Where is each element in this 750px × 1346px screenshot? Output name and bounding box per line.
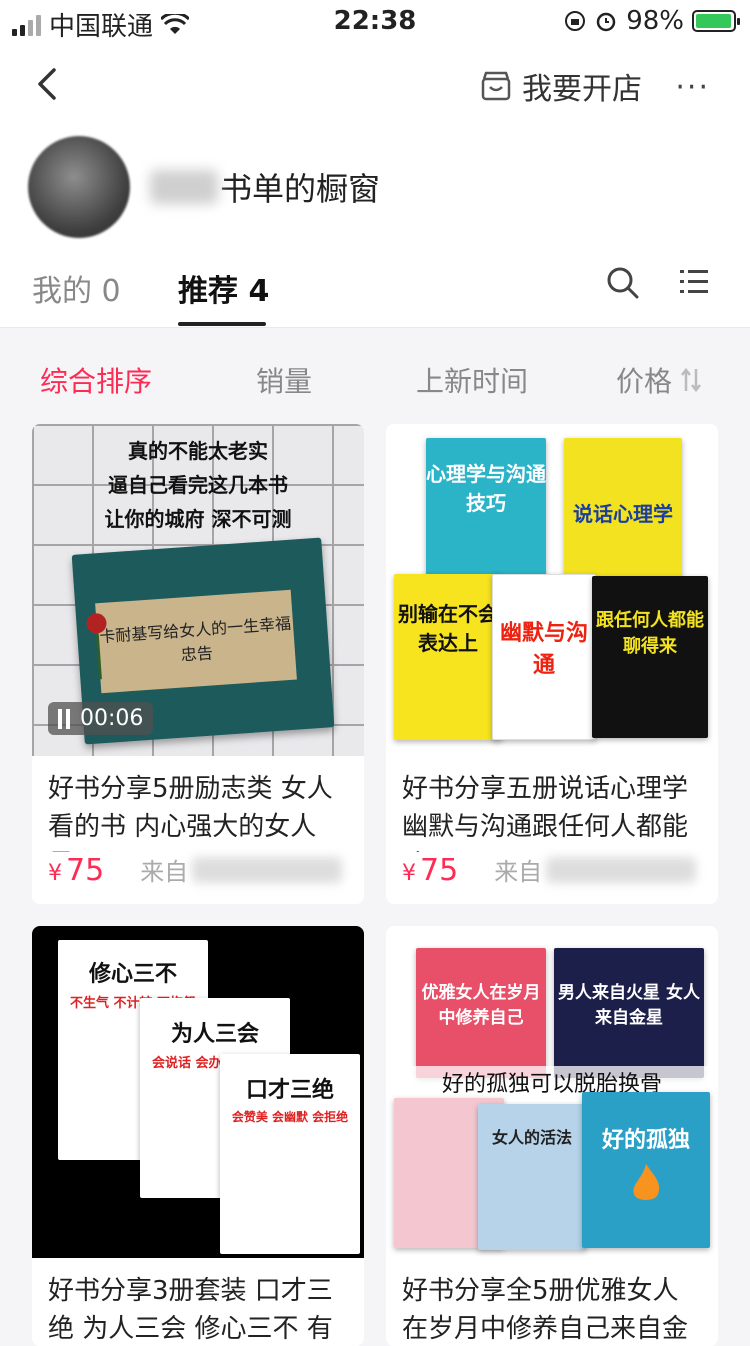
book-title: 女人的活法 <box>491 1128 572 1147</box>
profile-row: 书单的橱窗 <box>28 136 380 238</box>
shop-header: 我要开店 ··· 书单的橱窗 我的 0 推荐 4 <box>0 40 750 328</box>
back-icon[interactable] <box>30 64 70 104</box>
book-cover: 优雅女人在岁月中修养自己 <box>416 948 546 1078</box>
sort-newest[interactable]: 上新时间 <box>416 360 528 400</box>
currency-symbol: ¥ <box>48 861 62 886</box>
product-title[interactable]: 好书分享全5册优雅女人在岁月中修养自己来自金星… <box>386 1258 718 1346</box>
book-title: 为人三会 <box>170 1022 259 1047</box>
book-title: 跟任何人都能聊得来 <box>596 610 704 657</box>
book-title: 男人来自火星 女人来自金星 <box>558 983 700 1028</box>
source-label: 来自 <box>140 852 343 887</box>
slogan-line: 逼自己看完这几本书 <box>108 473 288 497</box>
video-duration-badge: 00:06 <box>48 702 154 735</box>
blurred-source <box>546 856 697 883</box>
rotation-lock-icon <box>565 11 586 31</box>
book-subtitle: 会赞美 会幽默 会拒绝 <box>231 1110 349 1124</box>
price-value: 75 <box>420 853 459 888</box>
product-card[interactable]: 修心三不 不生气 不计较 不抱怨 为人三会 会说话 会办事 会做人 口才三绝 会… <box>32 926 364 1346</box>
shop-name-label: 书单的橱窗 <box>220 170 381 208</box>
pause-icon[interactable] <box>58 708 70 729</box>
product-thumbnail[interactable]: 优雅女人在岁月中修养自己 男人来自火星 女人来自金星 好的孤独可以脱胎换骨 女人… <box>386 926 718 1258</box>
product-title[interactable]: 好书分享5册励志类 女人看的书 内心强大的女人最… <box>32 756 364 852</box>
blurred-username <box>150 170 218 204</box>
nav-bar: 我要开店 ··· <box>0 58 750 112</box>
slogan-line: 真的不能太老实 <box>128 439 268 463</box>
battery-percent: 98% <box>626 6 684 36</box>
from-label: 来自 <box>140 858 189 886</box>
avatar[interactable] <box>28 136 130 238</box>
book-title: 卡耐基写给女人的一生幸福忠告 <box>95 589 297 694</box>
book-title: 心理学与沟通技巧 <box>426 462 546 515</box>
slogan-line: 让你的城府 深不可测 <box>104 507 292 531</box>
book-title: 好的孤独 <box>601 1128 690 1153</box>
thumbnail-slogan: 真的不能太老实 逼自己看完这几本书 让你的城府 深不可测 <box>32 434 364 536</box>
product-title[interactable]: 好书分享3册套装 口才三绝 为人三会 修心三不 有书… <box>32 1258 364 1346</box>
book-title: 口才三绝 <box>245 1078 334 1103</box>
book-cover: 心理学与沟通技巧 <box>426 438 546 588</box>
alarm-icon <box>596 12 616 32</box>
rose-icon <box>86 613 107 680</box>
book-cover: 男人来自火星 女人来自金星 <box>554 948 704 1078</box>
product-video-thumbnail[interactable]: 真的不能太老实 逼自己看完这几本书 让你的城府 深不可测 卡耐基写给女人的一生幸… <box>32 424 364 756</box>
video-time: 00:06 <box>80 706 144 731</box>
price-row: ¥75 来自 <box>402 852 712 888</box>
price-value: 75 <box>66 853 105 888</box>
from-label: 来自 <box>494 858 543 886</box>
sort-sales[interactable]: 销量 <box>256 360 312 400</box>
sort-price[interactable]: 价格 <box>616 360 702 400</box>
source-label: 来自 <box>494 852 697 887</box>
open-shop-button[interactable]: 我要开店 <box>480 64 642 108</box>
battery-icon <box>692 10 740 32</box>
sort-arrows-icon <box>681 367 701 393</box>
open-shop-label: 我要开店 <box>522 72 642 107</box>
sort-price-label: 价格 <box>616 365 673 398</box>
product-price: ¥75 <box>48 853 104 888</box>
product-thumbnail[interactable]: 心理学与沟通技巧 说话心理学 别输在不会表达上 幽默与沟通 跟任何人都能聊得来 <box>386 424 718 756</box>
book-cover: 跟任何人都能聊得来 <box>592 576 708 738</box>
book-cover: 幽默与沟通 <box>492 574 596 740</box>
book-title: 说话心理学 <box>573 502 673 526</box>
search-icon[interactable] <box>606 266 640 300</box>
shop-title: 书单的橱窗 <box>150 164 380 210</box>
price-row: ¥75 来自 <box>48 852 358 888</box>
product-card[interactable]: 优雅女人在岁月中修养自己 男人来自火星 女人来自金星 好的孤独可以脱胎换骨 女人… <box>386 926 718 1346</box>
book-title: 幽默与沟通 <box>499 621 588 678</box>
tab-bar: 我的 0 推荐 4 <box>0 252 750 328</box>
sort-bar: 综合排序 销量 上新时间 价格 <box>0 328 750 424</box>
book-cover: 好的孤独 <box>582 1092 710 1248</box>
book-cover: 说话心理学 <box>564 438 682 588</box>
book-title: 别输在不会表达上 <box>398 602 498 655</box>
tab-indicator <box>178 322 266 326</box>
currency-symbol: ¥ <box>402 861 416 886</box>
book-cover: 女人的活法 <box>478 1104 586 1250</box>
blurred-source <box>192 856 343 883</box>
product-card[interactable]: 心理学与沟通技巧 说话心理学 别输在不会表达上 幽默与沟通 跟任何人都能聊得来 … <box>386 424 718 904</box>
product-card[interactable]: 真的不能太老实 逼自己看完这几本书 让你的城府 深不可测 卡耐基写给女人的一生幸… <box>32 424 364 904</box>
more-icon[interactable]: ··· <box>675 70 710 105</box>
shop-icon <box>481 71 511 101</box>
flame-icon <box>633 1164 660 1200</box>
product-price: ¥75 <box>402 853 458 888</box>
list-icon[interactable] <box>678 266 710 298</box>
book-title: 优雅女人在岁月中修养自己 <box>421 983 541 1028</box>
sort-comprehensive[interactable]: 综合排序 <box>40 360 152 400</box>
tab-recommend[interactable]: 推荐 4 <box>178 266 269 310</box>
product-thumbnail[interactable]: 修心三不 不生气 不计较 不抱怨 为人三会 会说话 会办事 会做人 口才三绝 会… <box>32 926 364 1258</box>
status-bar: 中国联通 22:38 98% <box>0 0 750 42</box>
product-title[interactable]: 好书分享五册说话心理学幽默与沟通跟任何人都能聊… <box>386 756 718 852</box>
book-cover: 口才三绝 会赞美 会幽默 会拒绝 <box>220 1054 360 1254</box>
book-cover: 别输在不会表达上 <box>394 574 502 740</box>
book-title: 修心三不 <box>88 962 177 987</box>
tab-mine[interactable]: 我的 0 <box>32 266 121 310</box>
